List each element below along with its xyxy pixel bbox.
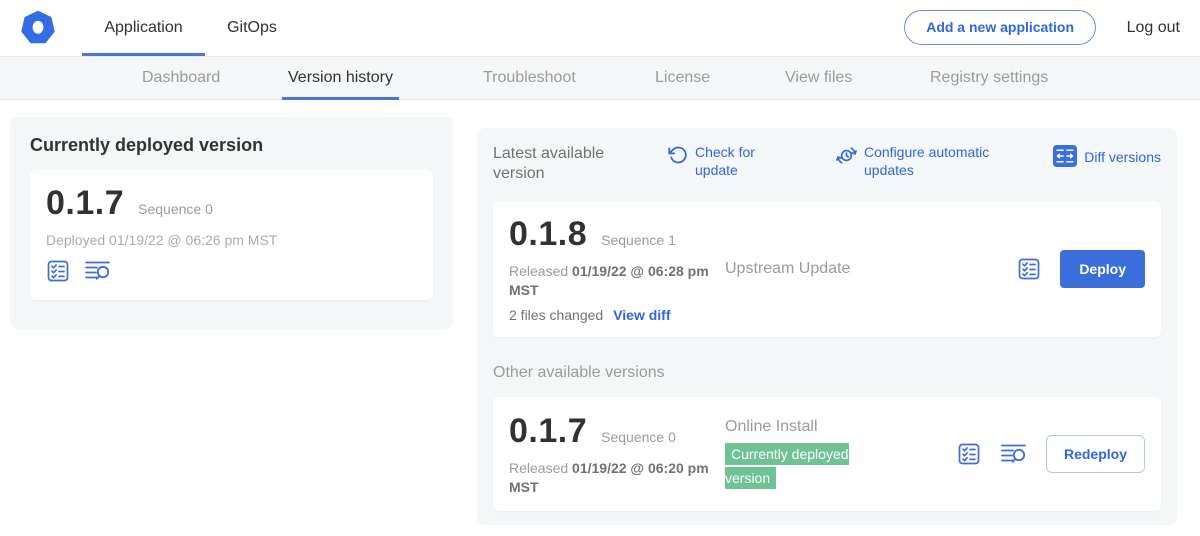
other-version-source: Online Install	[725, 418, 957, 436]
other-version-card: 0.1.7 Sequence 0 Released 01/19/22 @ 06:…	[493, 397, 1161, 511]
latest-available-title: Latest available version	[493, 144, 625, 184]
subnav-item-view-files[interactable]: View files	[779, 57, 858, 99]
redeploy-button[interactable]: Redeploy	[1046, 435, 1145, 473]
subnav-item-registry-settings[interactable]: Registry settings	[924, 57, 1054, 99]
refresh-icon	[668, 144, 688, 170]
subnav-item-dashboard[interactable]: Dashboard	[136, 57, 226, 99]
preflight-checklist-icon[interactable]	[46, 259, 70, 283]
preflight-checklist-icon[interactable]	[957, 442, 981, 466]
other-version-number: 0.1.7	[509, 412, 587, 451]
latest-version-source: Upstream Update	[725, 260, 1017, 278]
diff-versions-button[interactable]: Diff versions	[1053, 144, 1161, 172]
view-diff-link[interactable]: View diff	[613, 307, 670, 323]
view-logs-icon[interactable]	[1000, 442, 1027, 466]
currently-deployed-panel: Currently deployed version 0.1.7 Sequenc…	[10, 117, 453, 329]
diff-versions-label: Diff versions	[1084, 149, 1161, 167]
other-released-timestamp: Released 01/19/22 @ 06:20 pm MST	[509, 459, 714, 497]
view-logs-icon[interactable]	[84, 259, 111, 283]
deployed-version-card: 0.1.7 Sequence 0 Deployed 01/19/22 @ 06:…	[30, 170, 433, 300]
subnav-item-license[interactable]: License	[649, 57, 716, 99]
files-changed-label: 2 files changed	[509, 307, 603, 323]
latest-version-number: 0.1.8	[509, 215, 587, 254]
deploy-button[interactable]: Deploy	[1060, 250, 1145, 288]
clock-refresh-icon	[836, 144, 857, 171]
currently-deployed-badge: Currently deployed version	[725, 443, 849, 489]
subnav-item-troubleshoot[interactable]: Troubleshoot	[477, 57, 582, 99]
available-versions-panel: Latest available version Check for updat…	[477, 128, 1177, 525]
latest-sequence-label: Sequence 1	[601, 232, 676, 248]
tab-application[interactable]: Application	[82, 0, 205, 56]
latest-released-timestamp: Released 01/19/22 @ 06:28 pm MST	[509, 262, 714, 300]
deployed-timestamp: Deployed 01/19/22 @ 06:26 pm MST	[46, 232, 417, 248]
check-for-update-button[interactable]: Check for update	[668, 144, 763, 179]
other-versions-title: Other available versions	[493, 364, 1161, 382]
latest-version-card: 0.1.8 Sequence 1 Released 01/19/22 @ 06:…	[493, 201, 1161, 337]
subnav-item-version-history[interactable]: Version history	[282, 57, 399, 100]
other-sequence-label: Sequence 0	[601, 429, 676, 445]
add-new-application-button[interactable]: Add a new application	[904, 10, 1096, 45]
deployed-version-number: 0.1.7	[46, 184, 124, 223]
preflight-checklist-icon[interactable]	[1017, 257, 1041, 281]
top-navbar: Application GitOps Add a new application…	[0, 0, 1200, 57]
logout-button[interactable]: Log out	[1127, 0, 1180, 56]
deployed-panel-title: Currently deployed version	[30, 135, 433, 156]
configure-automatic-updates-label: Configure automatic updates	[864, 144, 1014, 179]
tab-gitops[interactable]: GitOps	[212, 0, 292, 56]
kots-logo-icon[interactable]	[20, 10, 56, 46]
diff-versions-icon	[1053, 144, 1077, 172]
configure-automatic-updates-button[interactable]: Configure automatic updates	[836, 144, 1014, 179]
deployed-sequence-label: Sequence 0	[138, 201, 213, 217]
check-for-update-label: Check for update	[695, 144, 763, 179]
app-subnav: Dashboard Version history Troubleshoot L…	[0, 57, 1200, 100]
